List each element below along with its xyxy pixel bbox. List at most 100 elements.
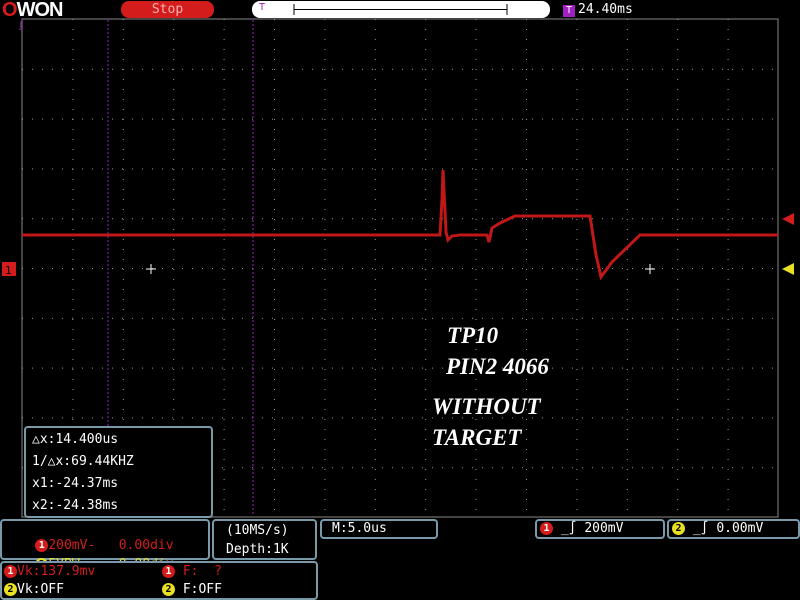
grid-dot xyxy=(526,29,527,30)
grid-dot xyxy=(526,229,527,230)
acquisition-panel[interactable]: (10MS/s) Depth:1K xyxy=(212,519,317,560)
grid-dot xyxy=(32,68,33,70)
grid-dot xyxy=(42,417,43,419)
grid-dot xyxy=(302,417,303,419)
grid-dot xyxy=(626,209,628,210)
grid-dot xyxy=(632,367,633,369)
grid-dot xyxy=(372,218,373,220)
grid-dot xyxy=(425,379,427,380)
channel-settings-panel[interactable]: 1200mV- 0.00div 25VBW- 0.00div xyxy=(0,519,210,572)
grid-dot xyxy=(272,218,273,220)
grid-dot xyxy=(402,218,403,220)
grid-dot xyxy=(576,179,578,180)
grid-dot xyxy=(22,118,23,120)
grid-dot xyxy=(475,169,477,170)
grid-dot xyxy=(22,168,23,170)
grid-dot xyxy=(622,367,623,369)
grid-dot xyxy=(732,317,733,319)
grid-dot xyxy=(662,68,663,70)
grid-dot xyxy=(552,68,553,70)
grid-dot xyxy=(223,369,225,370)
grid-dot xyxy=(362,268,363,269)
grid-dot xyxy=(274,199,275,200)
grid-dot xyxy=(72,209,74,210)
grid-dot xyxy=(642,218,643,220)
grid-dot xyxy=(672,268,673,269)
grid-dot xyxy=(374,469,376,470)
grid-dot xyxy=(727,309,729,310)
grid-dot xyxy=(672,367,673,369)
grid-dot xyxy=(42,317,43,319)
grid-dot xyxy=(592,168,593,170)
grid-dot xyxy=(122,417,123,419)
grid-dot xyxy=(576,269,578,270)
grid-dot xyxy=(102,168,103,170)
grid-dot xyxy=(274,299,275,300)
grid-dot xyxy=(732,268,733,269)
grid-dot xyxy=(52,367,53,369)
grid-dot xyxy=(402,168,403,170)
grid-dot xyxy=(727,19,729,20)
grid-dot xyxy=(292,68,293,70)
grid-dot xyxy=(612,367,613,369)
grid-dot xyxy=(324,229,326,230)
grid-dot xyxy=(324,89,326,90)
grid-dot xyxy=(152,367,153,369)
ch1-trigger-panel[interactable]: 1 _∫ 200mV xyxy=(535,519,665,539)
grid-dot xyxy=(772,218,773,220)
grid-dot xyxy=(274,209,275,210)
grid-dot xyxy=(62,417,63,419)
grid-dot xyxy=(425,189,427,190)
grid-dot xyxy=(425,509,427,510)
grid-dot xyxy=(576,379,578,380)
grid-dot xyxy=(374,359,376,360)
grid-dot xyxy=(274,499,275,500)
grid-dot xyxy=(526,39,527,40)
grid-dot xyxy=(72,79,74,80)
delta-x-readout: △x:14.400us xyxy=(32,432,119,447)
ch2-trigger-panel[interactable]: 2 _∫ 0.00mV xyxy=(667,519,800,539)
grid-dot xyxy=(324,199,326,200)
grid-dot xyxy=(192,317,193,319)
grid-dot xyxy=(402,268,403,269)
grid-dot xyxy=(572,168,573,170)
grid-dot xyxy=(223,299,225,300)
grid-dot xyxy=(374,189,376,190)
grid-dot xyxy=(274,59,275,60)
grid-dot xyxy=(122,389,124,390)
grid-dot xyxy=(374,399,376,400)
grid-dot xyxy=(262,118,263,120)
grid-dot xyxy=(677,389,679,390)
grid-dot xyxy=(222,467,223,469)
grid-dot xyxy=(677,359,679,360)
grid-dot xyxy=(374,459,376,460)
cursor-readout-panel: △x:14.400us 1/△x:69.44KHZ x1:-24.37ms x2… xyxy=(24,426,213,518)
grid-dot xyxy=(72,269,74,270)
grid-dot xyxy=(425,149,427,150)
grid-dot xyxy=(374,339,376,340)
grid-dot xyxy=(626,199,628,200)
grid-dot xyxy=(324,139,326,140)
grid-dot xyxy=(292,118,293,120)
grid-dot xyxy=(425,169,427,170)
grid-dot xyxy=(374,169,376,170)
grid-dot xyxy=(324,499,326,500)
grid-dot xyxy=(152,168,153,170)
grid-dot xyxy=(22,317,23,319)
grid-dot xyxy=(772,118,773,120)
grid-dot xyxy=(542,168,543,170)
grid-dot xyxy=(274,399,275,400)
grid-dot xyxy=(274,369,275,370)
grid-dot xyxy=(576,349,578,350)
grid-dot xyxy=(412,268,413,269)
grid-dot xyxy=(672,467,673,469)
timebase-panel[interactable]: M:5.0us xyxy=(320,519,438,539)
grid-dot xyxy=(324,429,326,430)
grid-dot xyxy=(425,229,427,230)
grid-dot xyxy=(522,218,523,220)
grid-dot xyxy=(727,209,729,210)
grid-dot xyxy=(732,168,733,170)
grid-dot xyxy=(173,279,175,280)
measurement-panel[interactable]: 1 Vk:137.9mv 1 F: ? 2 Vk:OFF 2 F:OFF xyxy=(0,561,318,600)
grid-dot xyxy=(324,269,326,270)
